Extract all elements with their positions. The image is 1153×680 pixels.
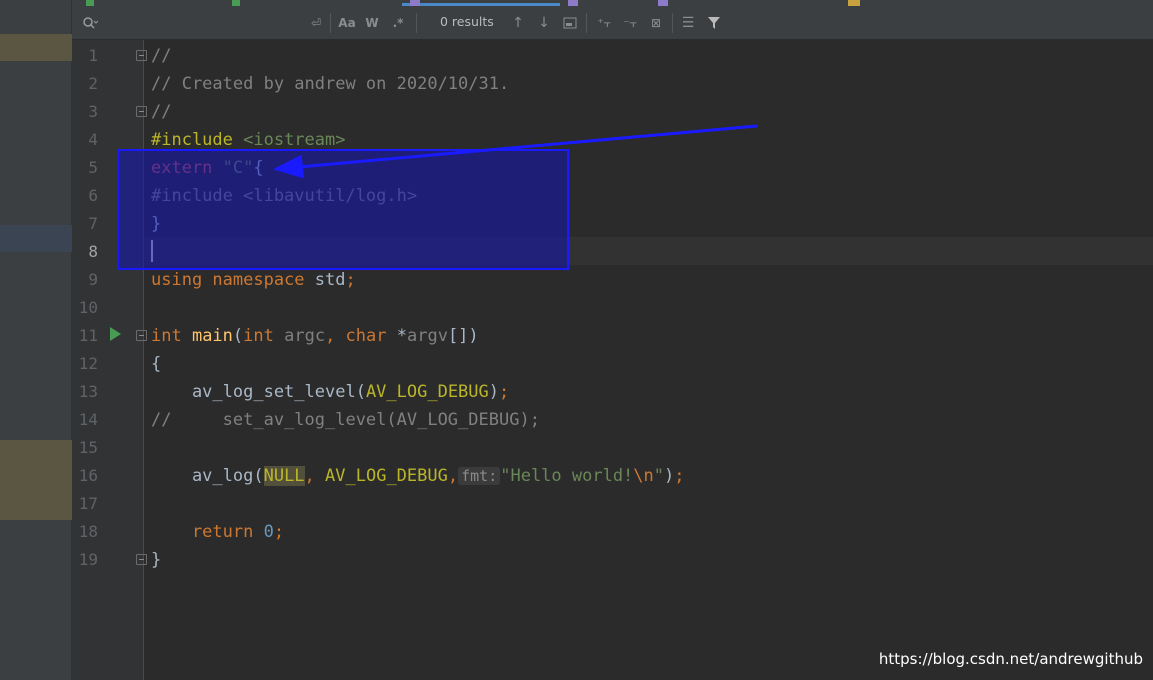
watermark-text: https://blog.csdn.net/andrewgithub xyxy=(878,650,1143,668)
annotation-arrow-icon xyxy=(273,124,758,179)
